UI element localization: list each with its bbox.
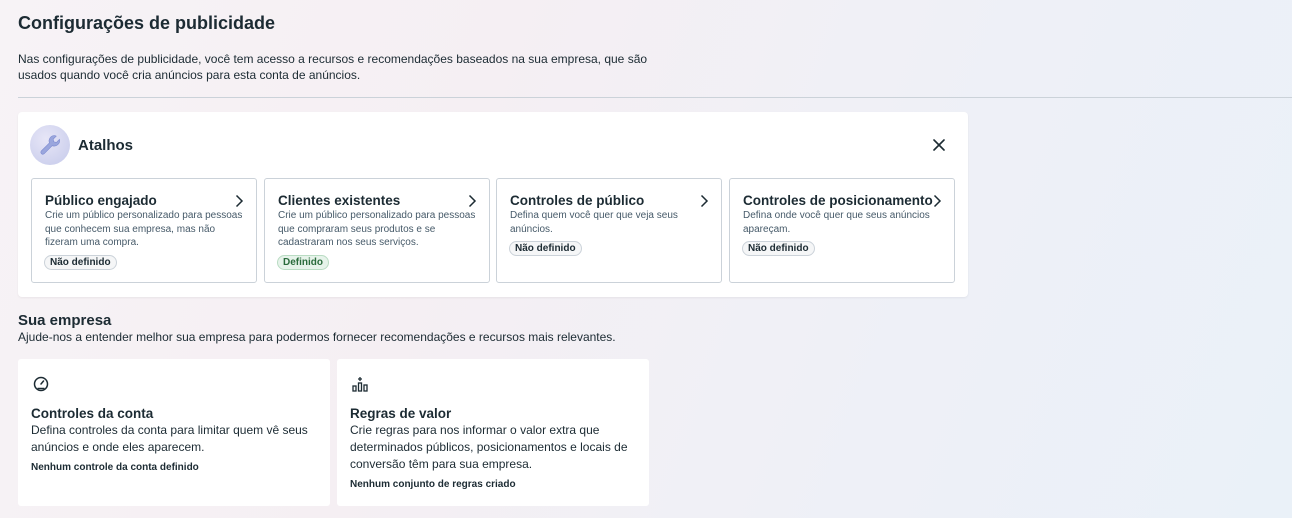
section-description: Ajude-nos a entender melhor sua empresa … (18, 330, 616, 344)
card-description: Defina quem você quer que veja seus anún… (510, 210, 678, 235)
card-description: Defina controles da conta para limitar q… (31, 423, 308, 454)
shortcut-card-controles-de-posicionamento[interactable]: Controles de posicionamento Defina onde … (729, 178, 955, 283)
shortcut-card-controles-de-publico[interactable]: Controles de público Defina quem você qu… (496, 178, 722, 283)
chevron-right-icon (933, 194, 942, 208)
close-icon (933, 139, 945, 151)
chevron-right-icon (235, 194, 244, 208)
card-title: Clientes existentes (278, 193, 401, 208)
card-description: Crie um público personalizado para pesso… (45, 210, 243, 248)
shortcut-card-clientes-existentes[interactable]: Clientes existentes Crie um público pers… (264, 178, 490, 283)
card-description: Crie um público personalizado para pesso… (278, 210, 476, 248)
card-title: Controles da conta (31, 406, 154, 421)
card-title: Regras de valor (350, 406, 452, 421)
status-badge: Não definido (742, 241, 815, 256)
status-badge: Não definido (509, 241, 582, 256)
close-button[interactable] (928, 134, 950, 156)
shortcut-card-publico-engajado[interactable]: Público engajado Crie um público persona… (31, 178, 257, 283)
page-description: Nas configurações de publicidade, você t… (18, 52, 648, 82)
page-title: Configurações de publicidade (18, 13, 276, 33)
status-badge: Não definido (44, 255, 117, 270)
status-badge: Definido (277, 255, 329, 270)
card-title: Público engajado (45, 193, 157, 208)
wrench-icon (30, 125, 70, 165)
shortcuts-title: Atalhos (78, 137, 134, 154)
company-card-controles-da-conta[interactable]: Controles da conta Defina controles da c… (18, 359, 330, 506)
gauge-icon (33, 376, 49, 392)
value-rules-icon (352, 377, 368, 392)
card-description: Defina onde você quer que seus anúncios … (743, 210, 930, 235)
header-divider (18, 97, 1292, 98)
card-status: Nenhum controle da conta definido (31, 462, 199, 473)
card-status: Nenhum conjunto de regras criado (350, 479, 516, 490)
card-description: Crie regras para nos informar o valor ex… (350, 423, 628, 471)
chevron-right-icon (468, 194, 477, 208)
company-card-regras-de-valor[interactable]: Regras de valor Crie regras para nos inf… (337, 359, 649, 506)
chevron-right-icon (700, 194, 709, 208)
shortcuts-panel: Atalhos Público engajado Crie um público… (18, 112, 968, 297)
card-title: Controles de posicionamento (743, 193, 933, 208)
card-title: Controles de público (510, 193, 645, 208)
section-title: Sua empresa (18, 312, 112, 329)
